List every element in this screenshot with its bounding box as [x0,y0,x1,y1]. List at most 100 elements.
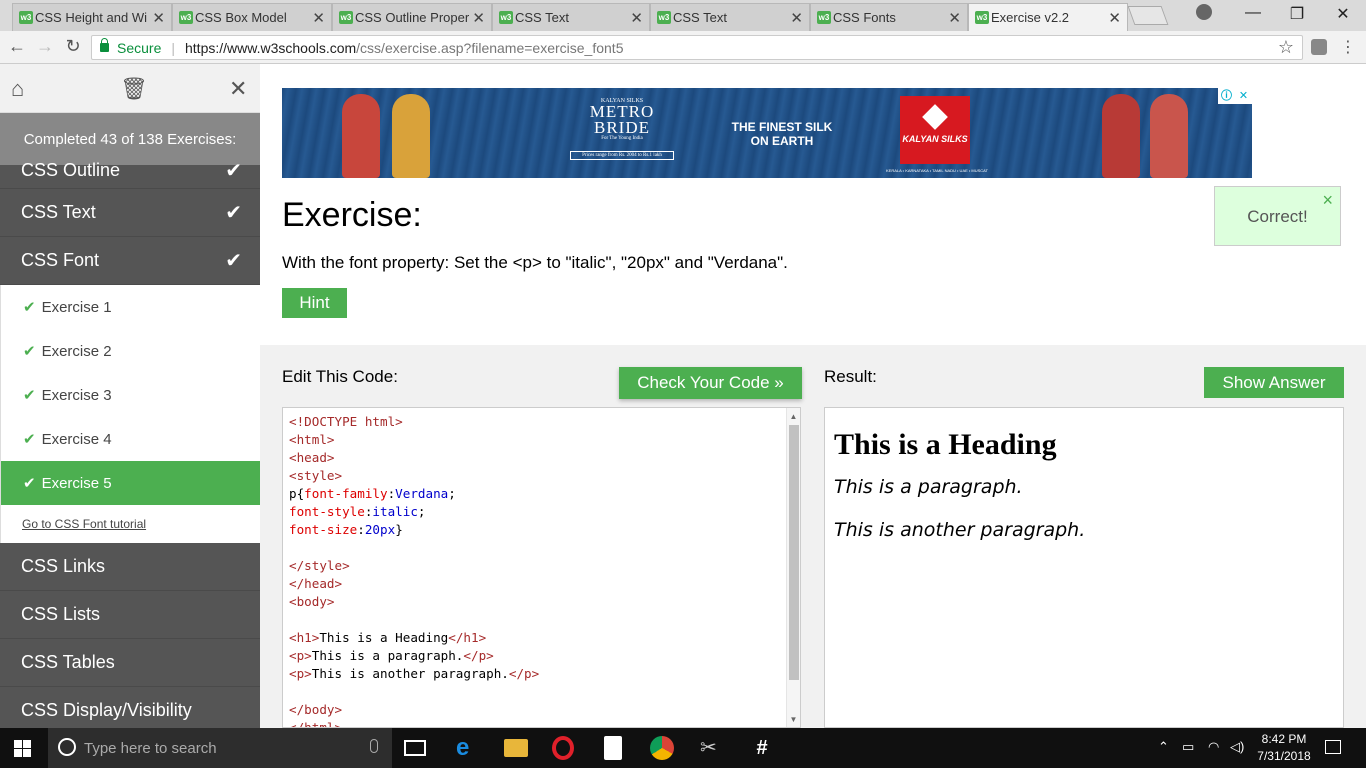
browser-tab-active[interactable]: w3 Exercise v2.2 ✕ [968,3,1128,31]
code-line[interactable]: font-style:italic; [289,503,539,521]
exercise-item-1[interactable]: ✔ Exercise 1 [1,285,260,329]
close-tab-icon[interactable]: ✕ [630,9,643,27]
code-line[interactable]: </html> [289,719,539,727]
section-label: CSS Text [21,202,96,222]
tutorial-link[interactable]: Go to CSS Font tutorial [1,505,260,543]
microphone-icon[interactable] [370,739,378,753]
show-answer-button[interactable]: Show Answer [1204,367,1344,398]
close-tab-icon[interactable]: ✕ [948,9,961,27]
browser-tab[interactable]: w3 CSS Box Model ✕ [172,3,332,31]
scroll-down-icon[interactable]: ▼ [787,713,800,727]
editor-scrollbar[interactable]: ▲ ▼ [786,408,800,727]
close-tab-icon[interactable]: ✕ [312,9,325,27]
exercise-item-2[interactable]: ✔ Exercise 2 [1,329,260,373]
notepad-icon[interactable] [604,736,622,760]
code-text[interactable]: <!DOCTYPE html> <html> <head> <style> p{font… [289,413,539,727]
edge-browser-icon[interactable]: e [456,736,480,760]
code-line[interactable]: </style> [289,557,539,575]
code-line[interactable]: <h1>This is a Heading</h1> [289,629,539,647]
adchoices-info-icon[interactable]: ⓘ [1218,88,1235,104]
tray-expand-icon[interactable]: ⌃ [1158,739,1169,755]
exercise-sidebar: ⌂ 🗑 ✕ Completed 43 of 138 Exercises: CSS… [0,64,260,728]
file-explorer-icon[interactable] [504,739,528,757]
scroll-up-icon[interactable]: ▲ [787,410,800,424]
code-line[interactable]: <!DOCTYPE html> [289,413,539,431]
home-icon[interactable]: ⌂ [11,76,24,102]
sidebar-section-css-lists[interactable]: CSS Lists [0,591,260,639]
ad-choices[interactable]: ⓘ ✕ [1218,88,1252,104]
volume-icon[interactable]: ◁) [1230,739,1244,755]
close-tab-icon[interactable]: ✕ [152,9,165,27]
close-sidebar-icon[interactable]: ✕ [229,76,247,102]
code-line[interactable]: <head> [289,449,539,467]
scroll-thumb[interactable] [789,425,799,680]
code-line[interactable]: p{font-family:Verdana; [289,485,539,503]
taskbar-search-box[interactable]: Type here to search [48,728,392,768]
exercise-item-5[interactable]: ✔ Exercise 5 [1,461,260,505]
code-line[interactable] [289,611,539,629]
trash-icon[interactable]: 🗑 [120,76,148,102]
opera-browser-icon[interactable] [552,736,574,760]
close-tab-icon[interactable]: ✕ [790,9,803,27]
sidebar-section-css-tables[interactable]: CSS Tables [0,639,260,687]
close-tab-icon[interactable]: ✕ [1108,9,1121,27]
browser-tab[interactable]: w3 CSS Height and Wi ✕ [12,3,172,31]
code-line[interactable] [289,683,539,701]
extension-icon[interactable] [1311,39,1327,55]
new-tab-button[interactable] [1127,6,1169,25]
system-clock[interactable]: 8:42 PM 7/31/2018 [1249,731,1319,765]
browser-tab[interactable]: w3 CSS Text ✕ [492,3,650,31]
code-token: </p> [508,666,540,681]
task-view-icon[interactable] [404,740,426,756]
browser-tab[interactable]: w3 CSS Text ✕ [650,3,810,31]
hint-button[interactable]: Hint [282,288,347,318]
result-paragraph: This is a paragraph. [834,476,1023,498]
sidebar-section-css-font[interactable]: CSS Font ✔ [0,237,260,285]
code-line[interactable]: </body> [289,701,539,719]
close-tab-icon[interactable]: ✕ [472,9,485,27]
code-editor[interactable]: <!DOCTYPE html> <html> <head> <style> p{font… [282,407,801,728]
profile-icon[interactable] [1196,4,1212,20]
check-code-button[interactable]: Check Your Code » [619,367,802,399]
bookmark-star-icon[interactable]: ☆ [1278,37,1294,58]
wifi-icon[interactable]: ◠ [1208,739,1219,755]
battery-icon[interactable]: ▭ [1182,739,1194,755]
sidebar-section-css-text[interactable]: CSS Text ✔ [0,189,260,237]
reload-icon[interactable]: ↻ [62,36,84,57]
slack-icon[interactable]: # [750,736,774,760]
code-token: <style> [289,468,343,483]
window-close-icon[interactable]: ✕ [1328,4,1358,24]
notification-center-icon[interactable] [1325,740,1341,754]
browser-menu-icon[interactable]: ⋮ [1340,37,1356,57]
code-line[interactable]: <html> [289,431,539,449]
browser-tab[interactable]: w3 CSS Outline Proper ✕ [332,3,492,31]
exercise-item-3[interactable]: ✔ Exercise 3 [1,373,260,417]
chrome-browser-icon[interactable] [650,736,674,760]
code-line[interactable]: <style> [289,467,539,485]
minimize-icon[interactable]: — [1238,4,1268,22]
ad-locations: KERALA • KARNATAKA • TAMIL NADU • UAE • … [886,168,988,173]
ad-logo: KALYAN SILKS [900,96,970,164]
code-line[interactable] [289,539,539,557]
windows-start-icon[interactable] [14,740,31,757]
forward-arrow-icon[interactable]: → [34,36,56,57]
browser-tab-title: CSS Height and Wi [35,10,147,25]
browser-tab[interactable]: w3 CSS Fonts ✕ [810,3,968,31]
exercise-item-4[interactable]: ✔ Exercise 4 [1,417,260,461]
restore-icon[interactable]: ❐ [1282,4,1312,24]
code-line[interactable]: <body> [289,593,539,611]
ad-close-icon[interactable]: ✕ [1235,88,1252,104]
code-line[interactable]: <p>This is another paragraph.</p> [289,665,539,683]
url-input[interactable]: Secure | https://www.w3schools.com /css/… [91,35,1303,60]
sidebar-section-css-outline[interactable]: CSS Outline ✔ [0,153,260,189]
code-token: </body> [289,702,343,717]
code-line[interactable]: <p>This is a paragraph.</p> [289,647,539,665]
code-line[interactable]: font-size:20px} [289,521,539,539]
sidebar-section-css-display[interactable]: CSS Display/Visibility [0,687,260,728]
back-arrow-icon[interactable]: ← [6,36,28,57]
close-notification-icon[interactable]: × [1322,191,1333,209]
tools-icon[interactable]: ✂ [700,736,724,760]
advertisement-banner[interactable]: KALYAN SILKS METRO BRIDE For The Young I… [282,88,1252,178]
sidebar-section-css-links[interactable]: CSS Links [0,543,260,591]
code-line[interactable]: </head> [289,575,539,593]
